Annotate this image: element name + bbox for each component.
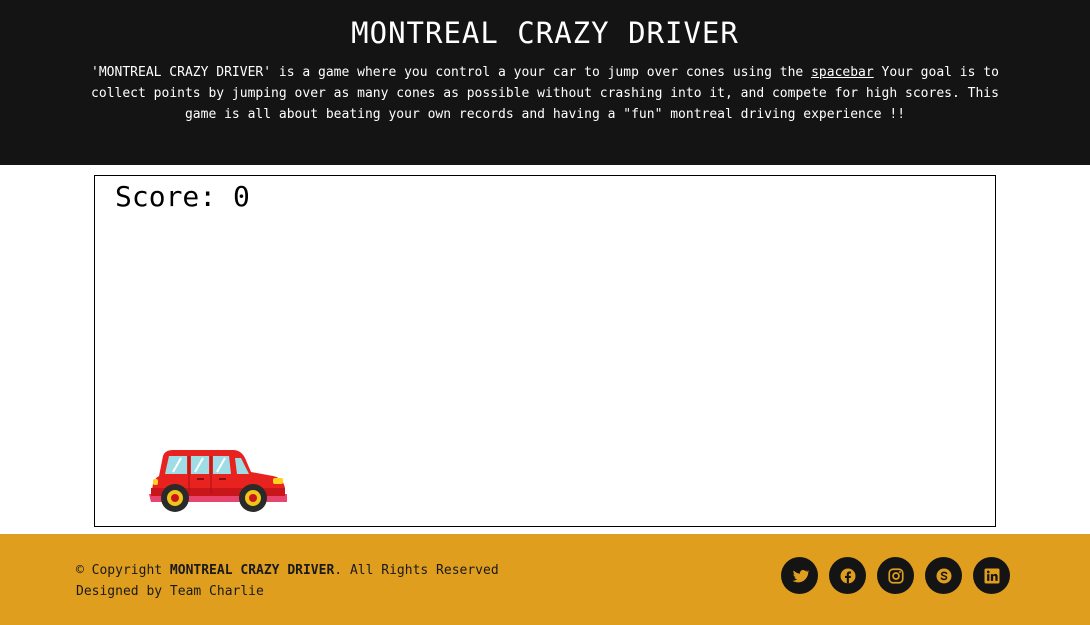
skype-icon bbox=[936, 568, 951, 583]
skype-link[interactable] bbox=[925, 557, 962, 594]
facebook-link[interactable] bbox=[829, 557, 866, 594]
instagram-icon bbox=[887, 567, 904, 584]
player-car bbox=[149, 450, 287, 512]
page-header: MONTREAL CRAZY DRIVER 'MONTREAL CRAZY DR… bbox=[0, 0, 1090, 165]
spacebar-key-label: spacebar bbox=[811, 65, 874, 80]
twitter-link[interactable] bbox=[781, 557, 818, 594]
page-title: MONTREAL CRAZY DRIVER bbox=[351, 16, 739, 50]
game-canvas[interactable]: Score: 0 bbox=[94, 175, 996, 527]
description-text-start: 'MONTREAL CRAZY DRIVER' is a game where … bbox=[91, 65, 812, 80]
facebook-icon bbox=[840, 568, 855, 583]
score-display: Score: 0 bbox=[115, 180, 250, 213]
twitter-icon bbox=[792, 569, 809, 582]
designed-by: Designed by Team Charlie bbox=[76, 584, 264, 599]
score-value: 0 bbox=[233, 180, 250, 213]
game-description: 'MONTREAL CRAZY DRIVER' is a game where … bbox=[76, 62, 1014, 125]
instagram-link[interactable] bbox=[877, 557, 914, 594]
score-label: Score: bbox=[115, 180, 217, 213]
copyright-line: © Copyright MONTREAL CRAZY DRIVER. All R… bbox=[76, 560, 499, 581]
copyright-name: MONTREAL CRAZY DRIVER bbox=[169, 563, 335, 578]
copyright-prefix: © Copyright bbox=[76, 563, 170, 578]
footer-credits: © Copyright MONTREAL CRAZY DRIVER. All R… bbox=[76, 560, 499, 602]
linkedin-link[interactable] bbox=[973, 557, 1010, 594]
linkedin-icon bbox=[984, 568, 999, 583]
page-footer: © Copyright MONTREAL CRAZY DRIVER. All R… bbox=[0, 534, 1090, 625]
copyright-suffix: . All Rights Reserved bbox=[334, 563, 499, 578]
